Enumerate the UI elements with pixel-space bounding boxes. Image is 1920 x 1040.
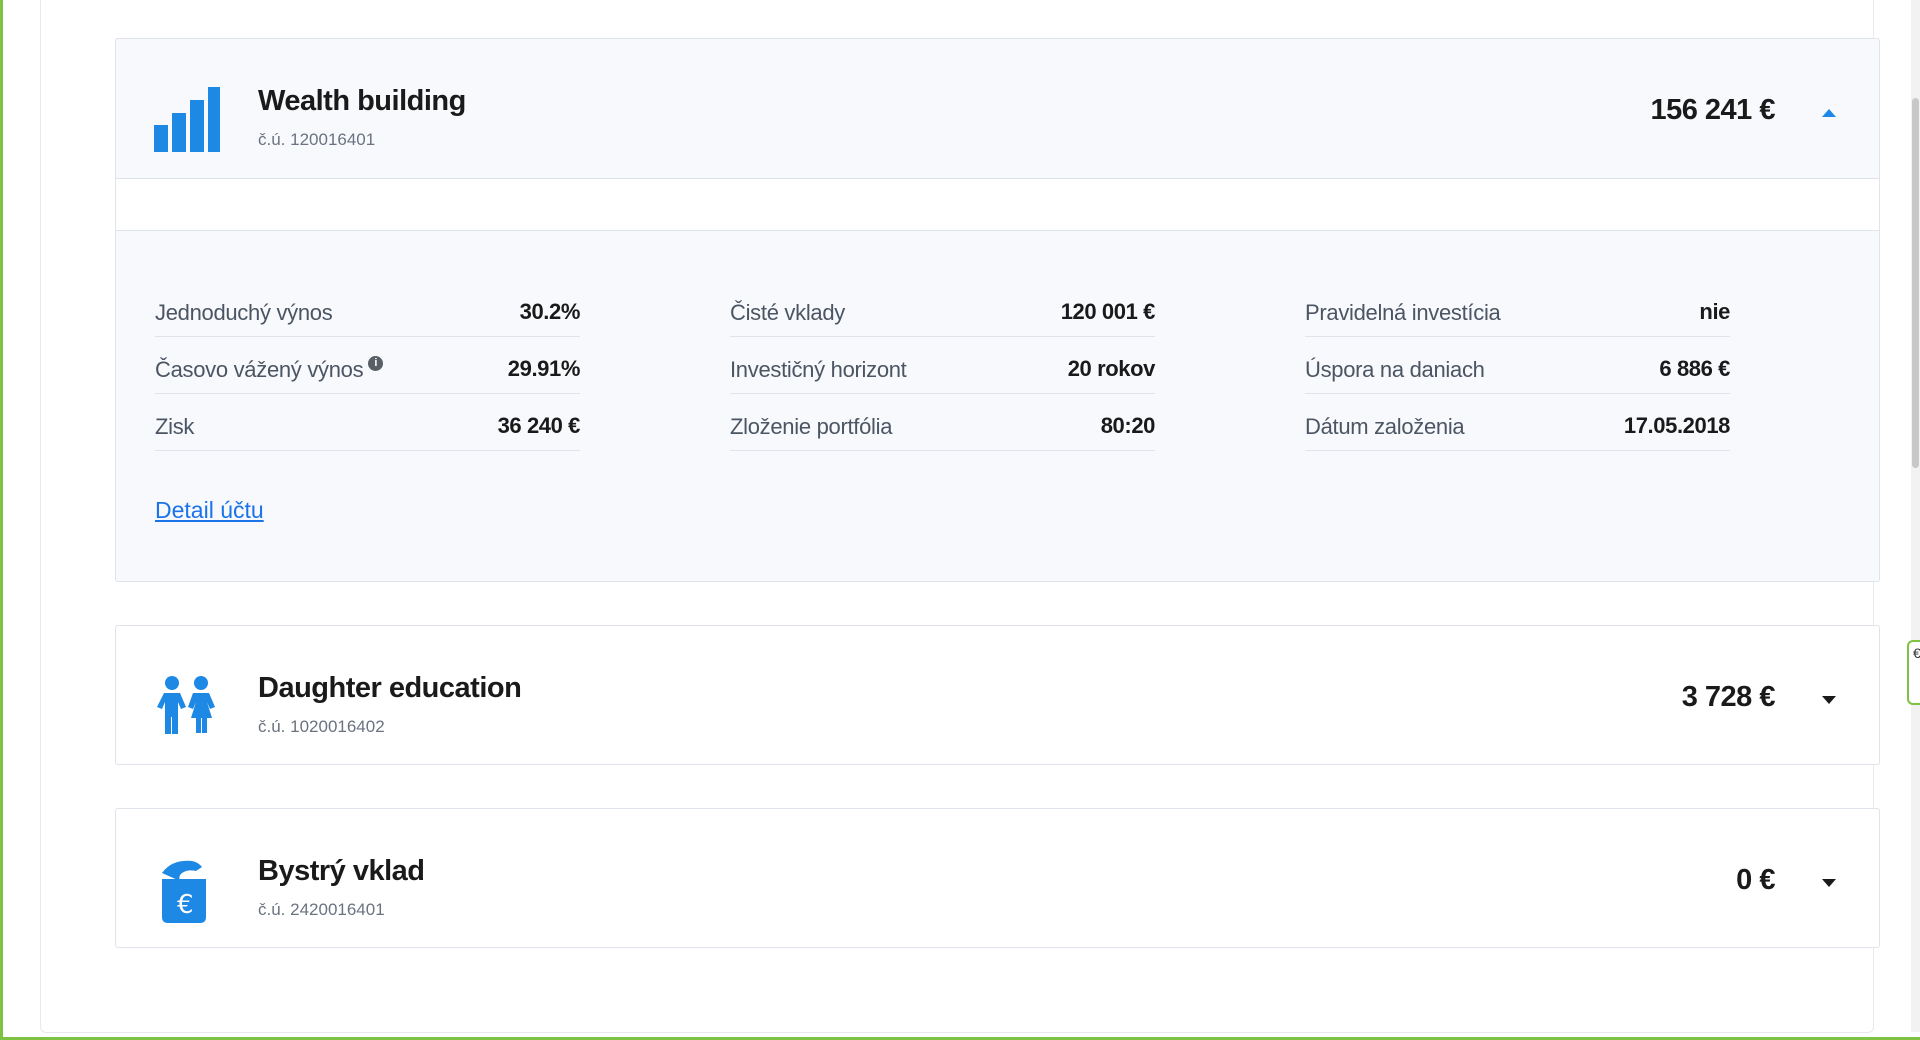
stat-row: Čisté vklady 120 001 € [730,281,1155,337]
stat-value: 80:20 [1100,413,1156,438]
stat-label: Zisk [155,414,195,439]
stat-value: 29.91% [507,356,581,381]
stat-label: Investičný horizont [730,357,907,382]
vertical-scrollbar[interactable] [1911,0,1920,1032]
account-number: č.ú. 2420016401 [258,900,385,919]
children-icon [157,676,215,734]
account-number: č.ú. 120016401 [258,130,376,149]
chevron-down-icon[interactable] [1815,869,1843,897]
stat-label: Dátum založenia [1305,414,1465,439]
stat-value: nie [1699,299,1730,324]
stat-label: Úspora na daniach [1305,357,1485,382]
stats-column-3: Pravidelná investícia nie Úspora na dani… [1305,281,1730,452]
stat-row: Časovo vážený výnos i 29.91% [155,338,580,394]
stat-row: Jednoduchý výnos 30.2% [155,281,580,337]
stat-label-text: Časovo vážený výnos [155,357,364,382]
side-feedback-widget[interactable]: € [1907,640,1920,705]
stats-column-2: Čisté vklady 120 001 € Investičný horizo… [730,281,1155,452]
stat-value: 120 001 € [1060,299,1156,324]
stat-label: Časovo vážený výnos i [155,355,384,383]
account-card-header[interactable]: Wealth building č.ú. 120016401 156 241 € [116,39,1879,178]
stat-label: Jednoduchý výnos [155,300,333,325]
account-card-wealth-building: Wealth building č.ú. 120016401 156 241 €… [115,38,1880,582]
stat-row: Investičný horizont 20 rokov [730,338,1155,394]
info-icon[interactable]: i [368,355,384,371]
stat-label: Čisté vklady [730,300,845,325]
account-card-header[interactable]: Daughter education č.ú. 1020016402 3 728… [116,626,1879,764]
content-panel: Wealth building č.ú. 120016401 156 241 €… [40,0,1880,1033]
stat-row: Dátum založenia 17.05.2018 [1305,395,1730,451]
stat-row: Zloženie portfólia 80:20 [730,395,1155,451]
stat-value: 30.2% [519,299,581,324]
chevron-up-icon[interactable] [1815,99,1843,127]
account-detail-link[interactable]: Detail účtu [155,497,264,524]
account-name: Bystrý vklad [258,855,425,887]
stat-value: 17.05.2018 [1623,413,1731,438]
card-divider [116,178,1879,231]
account-card-header[interactable]: € Bystrý vklad č.ú. 2420016401 0 € [116,809,1879,947]
stat-row: Zisk 36 240 € [155,395,580,451]
account-balance: 0 € [1736,864,1775,896]
account-name: Wealth building [258,85,466,117]
euro-jar-icon: € [162,860,206,923]
bar-chart-icon [154,87,220,152]
account-balance: 156 241 € [1650,94,1775,126]
chevron-down-icon[interactable] [1815,686,1843,714]
account-number: č.ú. 1020016402 [258,717,385,736]
scrollbar-thumb[interactable] [1912,98,1919,468]
account-name: Daughter education [258,672,522,704]
stat-value: 6 886 € [1659,356,1730,381]
stat-row: Úspora na daniach 6 886 € [1305,338,1730,394]
account-balance: 3 728 € [1681,681,1776,713]
stat-label: Pravidelná investícia [1305,300,1501,325]
stat-value: 20 rokov [1067,356,1156,381]
account-details: Jednoduchý výnos 30.2% Časovo vážený výn… [116,231,1879,581]
account-card-bystry-vklad: € Bystrý vklad č.ú. 2420016401 0 € [115,808,1880,948]
stats-column-1: Jednoduchý výnos 30.2% Časovo vážený výn… [155,281,580,452]
stat-row: Pravidelná investícia nie [1305,281,1730,337]
account-card-daughter-education: Daughter education č.ú. 1020016402 3 728… [115,625,1880,765]
svg-text:€: € [177,890,194,920]
stat-value: 36 240 € [497,413,581,438]
stat-label: Zloženie portfólia [730,414,893,439]
